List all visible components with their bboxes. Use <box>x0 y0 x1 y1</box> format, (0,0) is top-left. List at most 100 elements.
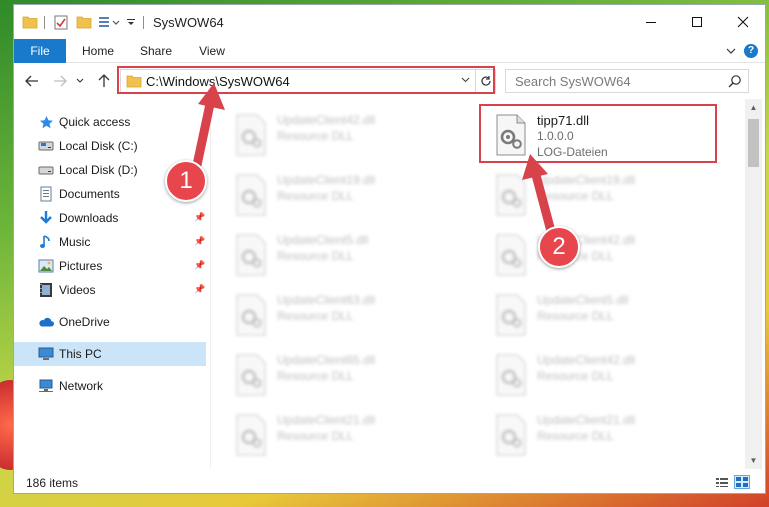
sidebar-item-label: Downloads <box>59 211 119 225</box>
maximize-icon <box>692 17 702 27</box>
scroll-up-button[interactable]: ▲ <box>745 99 762 116</box>
sidebar-item-this-pc[interactable]: This PC <box>14 342 206 366</box>
sidebar-item-music[interactable]: Music 📌 <box>14 230 206 254</box>
file-tile[interactable]: UpdateClient21.dll Resource DLL <box>225 407 461 463</box>
file-tile[interactable]: UpdateClient19.dll Resource DLL <box>225 167 461 223</box>
refresh-icon <box>481 76 491 86</box>
file-type: Resource DLL <box>277 369 354 383</box>
sidebar-item-pictures[interactable]: Pictures 📌 <box>14 254 206 278</box>
status-bar: 186 items <box>14 469 765 493</box>
sidebar-item-local-disk-c[interactable]: Local Disk (C:) <box>14 134 206 158</box>
close-button[interactable] <box>720 5 765 39</box>
file-name: UpdateClient5.dll <box>537 293 629 307</box>
file-tile[interactable]: UpdateClient42.dll Resource DLL <box>485 227 721 283</box>
tab-file[interactable]: File <box>14 39 66 63</box>
file-name: UpdateClient21.dll <box>537 413 636 427</box>
address-path[interactable]: C:\Windows\SysWOW64 <box>146 74 290 89</box>
title-bar: SysWOW64 <box>14 5 765 39</box>
file-tile[interactable]: UpdateClient63.dll Resource DLL <box>225 287 461 343</box>
documents-icon <box>38 186 54 202</box>
close-icon <box>737 16 749 28</box>
search-placeholder: Search SysWOW64 <box>515 74 631 89</box>
qa-dropdown-icon[interactable] <box>126 14 136 30</box>
tiles-view-button[interactable] <box>734 475 750 489</box>
customize-icon[interactable] <box>98 14 122 30</box>
minimize-icon <box>646 22 656 23</box>
file-type: Resource DLL <box>537 189 614 203</box>
sidebar-item-label: Local Disk (D:) <box>59 163 138 177</box>
file-tile[interactable]: UpdateClient5.dll Resource DLL <box>225 227 461 283</box>
folder-icon <box>126 74 142 91</box>
file-tile[interactable]: UpdateClient42.dll Resource DLL <box>485 347 721 403</box>
refresh-button[interactable] <box>475 70 496 92</box>
star-icon <box>38 114 54 130</box>
back-arrow-icon <box>25 75 38 87</box>
pin-icon[interactable]: 📌 <box>194 236 205 247</box>
sidebar-item-videos[interactable]: Videos 📌 <box>14 278 206 302</box>
tab-share[interactable]: Share <box>132 39 180 63</box>
file-tile[interactable]: UpdateClient21.dll Resource DLL <box>485 407 721 463</box>
search-input[interactable]: Search SysWOW64 <box>505 69 749 93</box>
item-count: 186 items <box>26 476 79 490</box>
dll-file-icon <box>236 414 266 456</box>
dll-file-icon <box>236 174 266 216</box>
file-tile[interactable]: UpdateClient65.dll Resource DLL <box>225 347 461 403</box>
expand-ribbon-icon[interactable] <box>725 46 737 56</box>
new-folder-icon[interactable] <box>76 14 92 30</box>
file-name: UpdateClient42.dll <box>277 113 376 127</box>
tab-view[interactable]: View <box>190 39 234 63</box>
file-tile[interactable]: UpdateClient19.dll Resource DLL <box>485 167 721 223</box>
minimize-button[interactable] <box>628 5 674 39</box>
file-type: LOG-Dateien <box>537 145 608 159</box>
pin-icon[interactable]: 📌 <box>194 284 205 295</box>
tab-home[interactable]: Home <box>74 39 122 63</box>
file-version: 1.0.0.0 <box>537 129 574 143</box>
sidebar-item-label: Music <box>59 235 91 249</box>
dll-file-icon <box>496 414 526 456</box>
sidebar-item-label: Documents <box>59 187 120 201</box>
address-bar[interactable]: C:\Windows\SysWOW64 <box>120 69 496 93</box>
forward-button[interactable] <box>50 71 70 91</box>
search-icon[interactable] <box>728 74 742 91</box>
forward-arrow-icon <box>54 75 67 87</box>
qa-separator <box>143 16 144 29</box>
sidebar-item-label: This PC <box>59 347 102 361</box>
pin-icon[interactable]: 📌 <box>194 260 205 271</box>
videos-icon <box>38 282 54 298</box>
sidebar-item-label: OneDrive <box>59 315 110 329</box>
dll-file-icon <box>496 174 526 216</box>
file-name: UpdateClient63.dll <box>277 293 376 307</box>
vertical-scrollbar[interactable]: ▲ ▼ <box>745 99 762 469</box>
navigation-pane: Quick access Local Disk (C:) Local Disk … <box>14 99 210 469</box>
pin-icon[interactable]: 📌 <box>194 212 205 223</box>
folder-icon[interactable] <box>22 14 38 30</box>
recent-locations-button[interactable] <box>74 71 86 91</box>
properties-check-icon[interactable] <box>53 14 69 30</box>
sidebar-item-quick-access[interactable]: Quick access <box>14 110 206 134</box>
window-title: SysWOW64 <box>153 15 224 30</box>
details-view-button[interactable] <box>714 475 730 489</box>
file-tile[interactable]: UpdateClient5.dll Resource DLL <box>485 287 721 343</box>
up-arrow-icon <box>98 74 110 87</box>
scroll-down-button[interactable]: ▼ <box>745 452 762 469</box>
help-icon[interactable]: ? <box>744 44 758 58</box>
file-tile-highlighted[interactable]: tipp71.dll 1.0.0.0 LOG-Dateien <box>485 107 721 163</box>
dll-file-icon <box>236 354 266 396</box>
maximize-button[interactable] <box>674 5 720 39</box>
address-dropdown-icon[interactable] <box>461 74 470 86</box>
tiles-view-icon <box>736 477 748 487</box>
file-name: UpdateClient5.dll <box>277 233 369 247</box>
scroll-thumb[interactable] <box>748 119 759 167</box>
sidebar-item-onedrive[interactable]: OneDrive <box>14 310 206 334</box>
back-button[interactable] <box>22 71 42 91</box>
sidebar-item-downloads[interactable]: Downloads 📌 <box>14 206 206 230</box>
sidebar-item-network[interactable]: Network <box>14 374 206 398</box>
file-tile[interactable]: UpdateClient42.dll Resource DLL <box>225 107 461 163</box>
music-icon <box>38 234 54 250</box>
up-button[interactable] <box>94 71 114 91</box>
explorer-window: SysWOW64 File Home Share View ? C:\Windo… <box>13 4 766 494</box>
step-badge-1: 1 <box>165 160 207 202</box>
sidebar-item-label: Quick access <box>59 115 131 129</box>
dll-file-icon <box>236 114 266 156</box>
details-view-icon <box>716 478 728 487</box>
